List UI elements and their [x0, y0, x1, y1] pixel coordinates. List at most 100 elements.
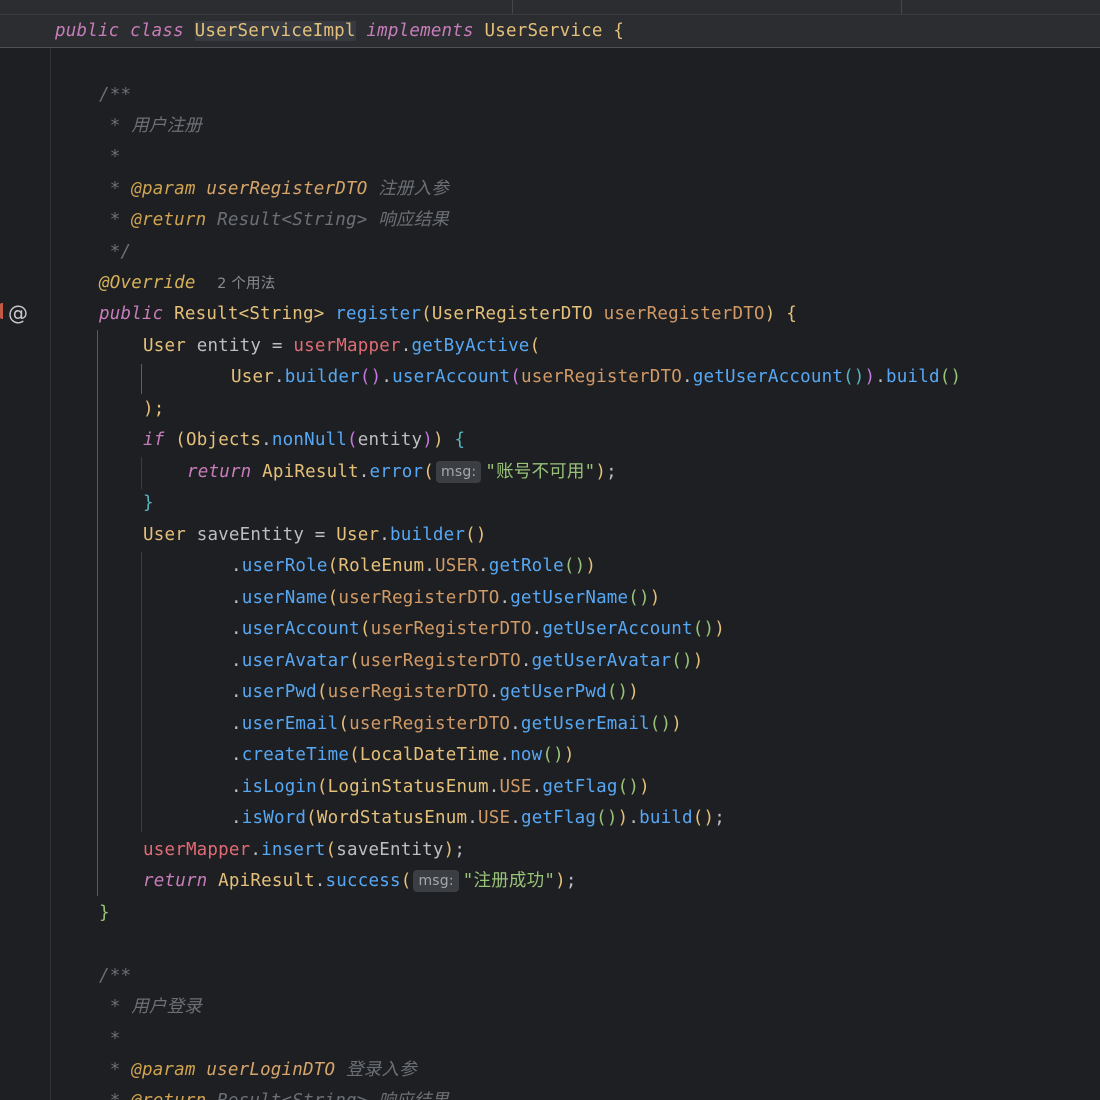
chain-arg-call[interactable]: getFlag — [521, 808, 596, 828]
chain-arg-receiver[interactable]: userRegisterDTO — [328, 682, 489, 702]
class-apiresult[interactable]: ApiResult — [218, 871, 315, 891]
chain-arg-call[interactable]: getFlag — [542, 777, 617, 797]
return-success-line: return ApiResult.success(msg: "注册成功"); — [143, 866, 577, 896]
type-user[interactable]: User — [143, 525, 186, 545]
paren-open: ( — [325, 840, 337, 860]
string-literal[interactable]: "注册成功" — [463, 871, 555, 891]
chain-arg-receiver[interactable]: userRegisterDTO — [360, 651, 521, 671]
doc-star: * — [99, 1091, 131, 1100]
dot: . — [231, 588, 242, 608]
code-content[interactable]: /** * 用户注册 * * @param userRegisterDTO 注册… — [0, 0, 1100, 1100]
chain-arg-receiver[interactable]: WordStatusEnum — [317, 808, 467, 828]
brace-close: } — [143, 493, 154, 513]
chain-arg-call[interactable]: getUserEmail — [521, 714, 650, 734]
chain-arg-receiver[interactable]: LocalDateTime — [360, 745, 500, 765]
method-success[interactable]: success — [326, 871, 401, 891]
string-literal[interactable]: "账号不可用" — [485, 462, 595, 482]
method-getuseraccount[interactable]: getUserAccount — [693, 367, 843, 387]
class-apiresult[interactable]: ApiResult — [262, 462, 359, 482]
paren-open: ( — [327, 556, 339, 576]
dot: . — [467, 808, 478, 828]
enum-constant[interactable]: USE — [499, 777, 531, 797]
paren-close: ) — [432, 430, 444, 450]
chain-method[interactable]: userEmail — [242, 714, 339, 734]
class-name[interactable]: UserServiceImpl — [194, 21, 356, 41]
var-entity[interactable]: entity — [358, 430, 422, 450]
chain-arg-call[interactable]: getUserAccount — [542, 619, 692, 639]
code-editor[interactable]: @ public class UserServiceImpl implement… — [0, 0, 1100, 1100]
chain-arg-call[interactable]: getRole — [489, 556, 564, 576]
dot: . — [510, 714, 521, 734]
class-objects[interactable]: Objects — [186, 430, 261, 450]
var-saveentity[interactable]: saveEntity — [197, 525, 304, 545]
doc-return-tag: @return — [131, 210, 207, 230]
param-type[interactable]: UserRegisterDTO — [432, 304, 593, 324]
paren-open: ( — [359, 619, 371, 639]
method-builder[interactable]: builder — [390, 525, 465, 545]
method-insert[interactable]: insert — [261, 840, 325, 860]
class-user[interactable]: User — [336, 525, 379, 545]
chain-method[interactable]: isLogin — [242, 777, 317, 797]
chain-arg-receiver[interactable]: userRegisterDTO — [338, 588, 499, 608]
builder-chain-line: .isWord(WordStatusEnum.USE.getFlag()).bu… — [231, 803, 725, 833]
dot: . — [400, 336, 412, 356]
chain-method[interactable]: userRole — [242, 556, 328, 576]
field-usermapper[interactable]: userMapper — [143, 840, 250, 860]
semicolon: ; — [714, 808, 726, 828]
chain-method[interactable]: userAccount — [242, 619, 360, 639]
chain-method[interactable]: userAvatar — [242, 651, 349, 671]
chain-method[interactable]: userPwd — [242, 682, 317, 702]
dot: . — [231, 619, 242, 639]
param-name-hint[interactable]: msg: — [413, 870, 459, 892]
parens: () — [843, 367, 865, 387]
doc-param-desc: 登录入参 — [345, 1060, 417, 1080]
class-declaration: public class UserServiceImpl implements … — [55, 16, 624, 46]
enum-constant[interactable]: USE — [478, 808, 510, 828]
sticky-class-header[interactable]: public class UserServiceImpl implements … — [0, 15, 1100, 48]
chain-arg-call[interactable]: getUserPwd — [499, 682, 606, 702]
method-getbyactive[interactable]: getByActive — [411, 336, 529, 356]
chain-method[interactable]: createTime — [242, 745, 349, 765]
dot: . — [510, 808, 521, 828]
paren-close: ) — [671, 714, 682, 734]
field-usermapper[interactable]: userMapper — [293, 336, 400, 356]
method-nonnull[interactable]: nonNull — [272, 430, 347, 450]
dot: . — [531, 619, 543, 639]
interface-name[interactable]: UserService — [485, 21, 603, 41]
chain-arg-call[interactable]: getUserName — [510, 588, 628, 608]
doc-return-desc: 响应结果 — [378, 210, 449, 230]
return-type[interactable]: Result<String> — [174, 304, 324, 324]
param-name-hint[interactable]: msg: — [435, 461, 482, 483]
paren-open: ( — [421, 304, 432, 324]
var-saveentity[interactable]: saveEntity — [336, 840, 443, 860]
paren-close: ) — [639, 777, 650, 797]
enum-constant[interactable]: USER — [435, 556, 478, 576]
var-entity[interactable]: entity — [197, 336, 261, 356]
chain-arg-receiver[interactable]: userRegisterDTO — [371, 619, 532, 639]
type-user[interactable]: User — [231, 367, 274, 387]
method-name[interactable]: register — [335, 304, 421, 324]
chain-method[interactable]: userName — [242, 588, 328, 608]
chain-method[interactable]: isWord — [242, 808, 306, 828]
override-annotation[interactable]: @Override — [99, 273, 196, 293]
param-ref[interactable]: userRegisterDTO — [521, 367, 682, 387]
method-useraccount[interactable]: userAccount — [392, 367, 510, 387]
chain-arg-call[interactable]: now — [510, 745, 542, 765]
paren-open: ( — [400, 871, 412, 891]
chain-arg-receiver[interactable]: userRegisterDTO — [349, 714, 510, 734]
chain-arg-receiver[interactable]: RoleEnum — [338, 556, 424, 576]
dot: . — [520, 651, 532, 671]
dot: . — [424, 556, 436, 576]
chain-arg-call[interactable]: getUserAvatar — [532, 651, 672, 671]
paren-open: ( — [347, 430, 358, 450]
chain-arg-receiver[interactable]: LoginStatusEnum — [328, 777, 489, 797]
type-user[interactable]: User — [143, 336, 186, 356]
method-builder[interactable]: builder — [285, 367, 360, 387]
paren-close: ) — [617, 808, 629, 828]
doc-star: * — [99, 1060, 132, 1080]
doc-summary: * 用户登录 — [99, 997, 203, 1017]
method-build[interactable]: build — [886, 367, 940, 387]
param-name[interactable]: userRegisterDTO — [604, 304, 765, 324]
method-error[interactable]: error — [370, 462, 424, 482]
usages-inlay-hint[interactable]: 2 个用法 — [217, 276, 275, 292]
